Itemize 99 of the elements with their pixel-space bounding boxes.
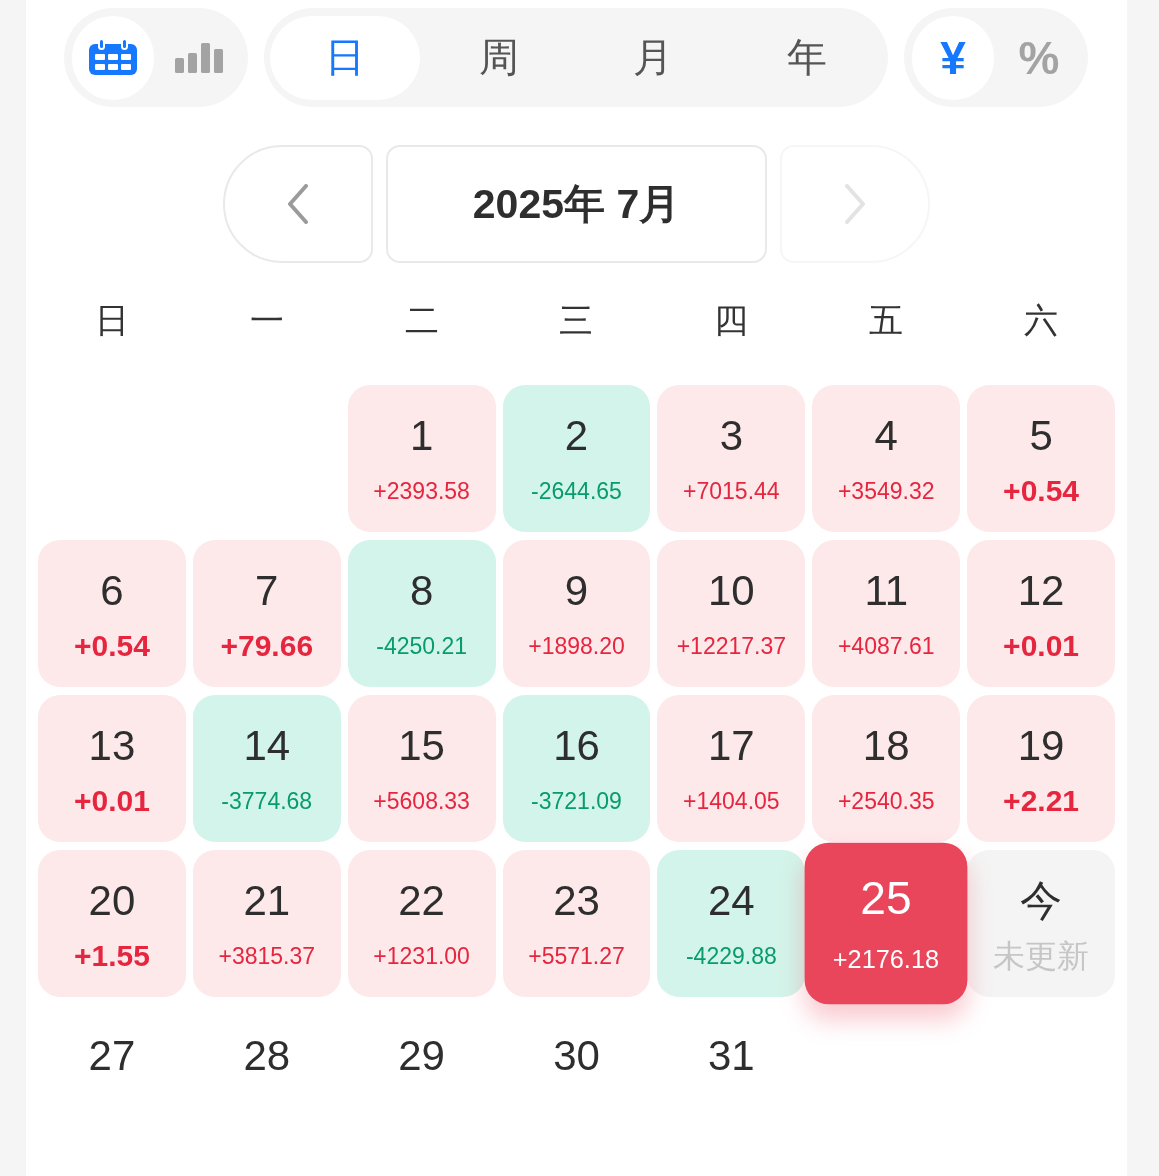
- day-cell[interactable]: 6 +0.54: [38, 540, 186, 687]
- day-number: 22: [398, 877, 445, 925]
- day-cell[interactable]: 21 +3815.37: [192, 850, 341, 997]
- loss-value: -3721.09: [531, 787, 622, 816]
- day-cell[interactable]: 20 +1.55: [38, 850, 186, 997]
- weekday-label: 五: [869, 300, 904, 341]
- loss-value: -4229.88: [685, 942, 777, 971]
- day-number: 17: [708, 722, 755, 770]
- weekday-label: 一: [249, 300, 284, 341]
- day-number: 8: [409, 567, 434, 615]
- profit-value: +1898.20: [528, 632, 625, 661]
- profit-value: +2540.35: [837, 787, 935, 816]
- profit-value: +79.66: [220, 629, 314, 663]
- day-number: 6: [100, 567, 124, 615]
- period-tab[interactable]: 月: [578, 15, 728, 100]
- day-cell[interactable]: 12 +0.01: [967, 540, 1115, 687]
- day-cell[interactable]: 11 +4087.61: [812, 540, 961, 687]
- weekday-label: 二: [404, 300, 439, 341]
- day-cell[interactable]: 24 -4229.88: [657, 850, 806, 997]
- day-number: 21: [243, 877, 291, 925]
- day-cell[interactable]: 3 +7015.44: [657, 385, 806, 532]
- day-number: 9: [564, 567, 589, 615]
- day-number[interactable]: 30: [553, 1032, 600, 1080]
- profit-value: +12217.37: [676, 632, 787, 661]
- day-cell[interactable]: 4 +3549.32: [812, 385, 961, 532]
- day-number: 2: [564, 412, 589, 460]
- day-cell[interactable]: 14 -3774.68: [192, 695, 341, 842]
- day-cell[interactable]: 22 +1231.00: [347, 850, 496, 997]
- unit-tab[interactable]: ¥: [912, 15, 994, 100]
- day-number: 11: [864, 567, 908, 615]
- day-number: 14: [243, 722, 291, 770]
- profit-value: +1404.05: [683, 787, 780, 816]
- day-cell[interactable]: 23 +5571.27: [502, 850, 651, 997]
- profit-value: +1.55: [73, 939, 150, 973]
- day-cell[interactable]: 9 +1898.20: [502, 540, 651, 687]
- profit-value: +5571.27: [528, 942, 625, 971]
- profit-value: +0.01: [73, 784, 150, 818]
- period-tab[interactable]: 年: [732, 15, 882, 100]
- month-picker-button[interactable]: 2025年 7月: [386, 145, 767, 263]
- profit-value: +1231.00: [373, 942, 470, 971]
- day-cell[interactable]: 10 +12217.37: [657, 540, 806, 687]
- profit-value: +0.54: [1003, 474, 1080, 508]
- day-number: 16: [553, 722, 600, 770]
- day-number: 1: [409, 412, 434, 460]
- day-cell[interactable]: 25 +2176.18: [804, 842, 968, 1005]
- day-number: 5: [1029, 412, 1053, 460]
- day-cell[interactable]: 2 -2644.65: [502, 385, 651, 532]
- day-cell[interactable]: 7 +79.66: [192, 540, 341, 687]
- day-cell[interactable]: 1 +2393.58: [347, 385, 496, 532]
- today-label: 今: [1020, 877, 1063, 925]
- day-number: 24: [708, 877, 755, 925]
- day-number: 19: [1017, 722, 1065, 770]
- profit-value: +0.01: [1003, 629, 1080, 663]
- profit-value: +2176.18: [833, 943, 940, 976]
- day-number: 13: [88, 722, 136, 770]
- day-number: 18: [862, 722, 910, 770]
- day-cell[interactable]: 19 +2.21: [967, 695, 1115, 842]
- calendar-view-button[interactable]: [72, 15, 154, 100]
- profit-value: +3815.37: [218, 942, 316, 971]
- weekday-label: 三: [559, 300, 594, 341]
- period-tab[interactable]: 周: [424, 15, 574, 100]
- day-number[interactable]: 27: [88, 1032, 136, 1080]
- weekday-label: 日: [94, 300, 129, 341]
- profit-value: +5608.33: [373, 787, 470, 816]
- weekday-label: 四: [714, 300, 749, 341]
- day-cell[interactable]: 5 +0.54: [967, 385, 1115, 532]
- day-cell[interactable]: 16 -3721.09: [502, 695, 651, 842]
- day-number: 20: [88, 877, 136, 925]
- loss-value: -4250.21: [376, 632, 468, 661]
- day-number: 3: [719, 412, 744, 460]
- profit-value: +4087.61: [837, 632, 935, 661]
- day-cell[interactable]: 17 +1404.05: [657, 695, 806, 842]
- loss-value: -2644.65: [531, 477, 622, 506]
- day-cell[interactable]: 8 -4250.21: [347, 540, 496, 687]
- day-number[interactable]: 28: [243, 1032, 291, 1080]
- day-number: 4: [874, 412, 898, 460]
- day-number: 10: [708, 567, 755, 615]
- day-number: 15: [398, 722, 445, 770]
- day-cell[interactable]: 18 +2540.35: [812, 695, 961, 842]
- profit-value: +2393.58: [373, 477, 470, 506]
- day-number[interactable]: 29: [398, 1032, 445, 1080]
- profit-value: +0.54: [73, 629, 150, 663]
- day-cell[interactable]: 15 +5608.33: [347, 695, 496, 842]
- day-number: 23: [553, 877, 600, 925]
- profit-value: +3549.32: [837, 477, 935, 506]
- chevron-right-icon: [843, 184, 867, 224]
- day-number: 25: [860, 872, 912, 926]
- chevron-left-icon: [286, 184, 310, 224]
- calendar-icon: [88, 39, 138, 76]
- bar-chart-icon: [175, 42, 223, 73]
- day-number: 7: [255, 567, 279, 615]
- day-number[interactable]: 31: [708, 1032, 755, 1080]
- profit-value: +7015.44: [683, 477, 780, 506]
- day-number: 12: [1017, 567, 1065, 615]
- period-tab[interactable]: 日: [270, 15, 420, 100]
- weekday-label: 六: [1024, 300, 1059, 341]
- day-cell[interactable]: 13 +0.01: [38, 695, 186, 842]
- loss-value: -3774.68: [221, 787, 313, 816]
- profit-value: +2.21: [1003, 784, 1080, 818]
